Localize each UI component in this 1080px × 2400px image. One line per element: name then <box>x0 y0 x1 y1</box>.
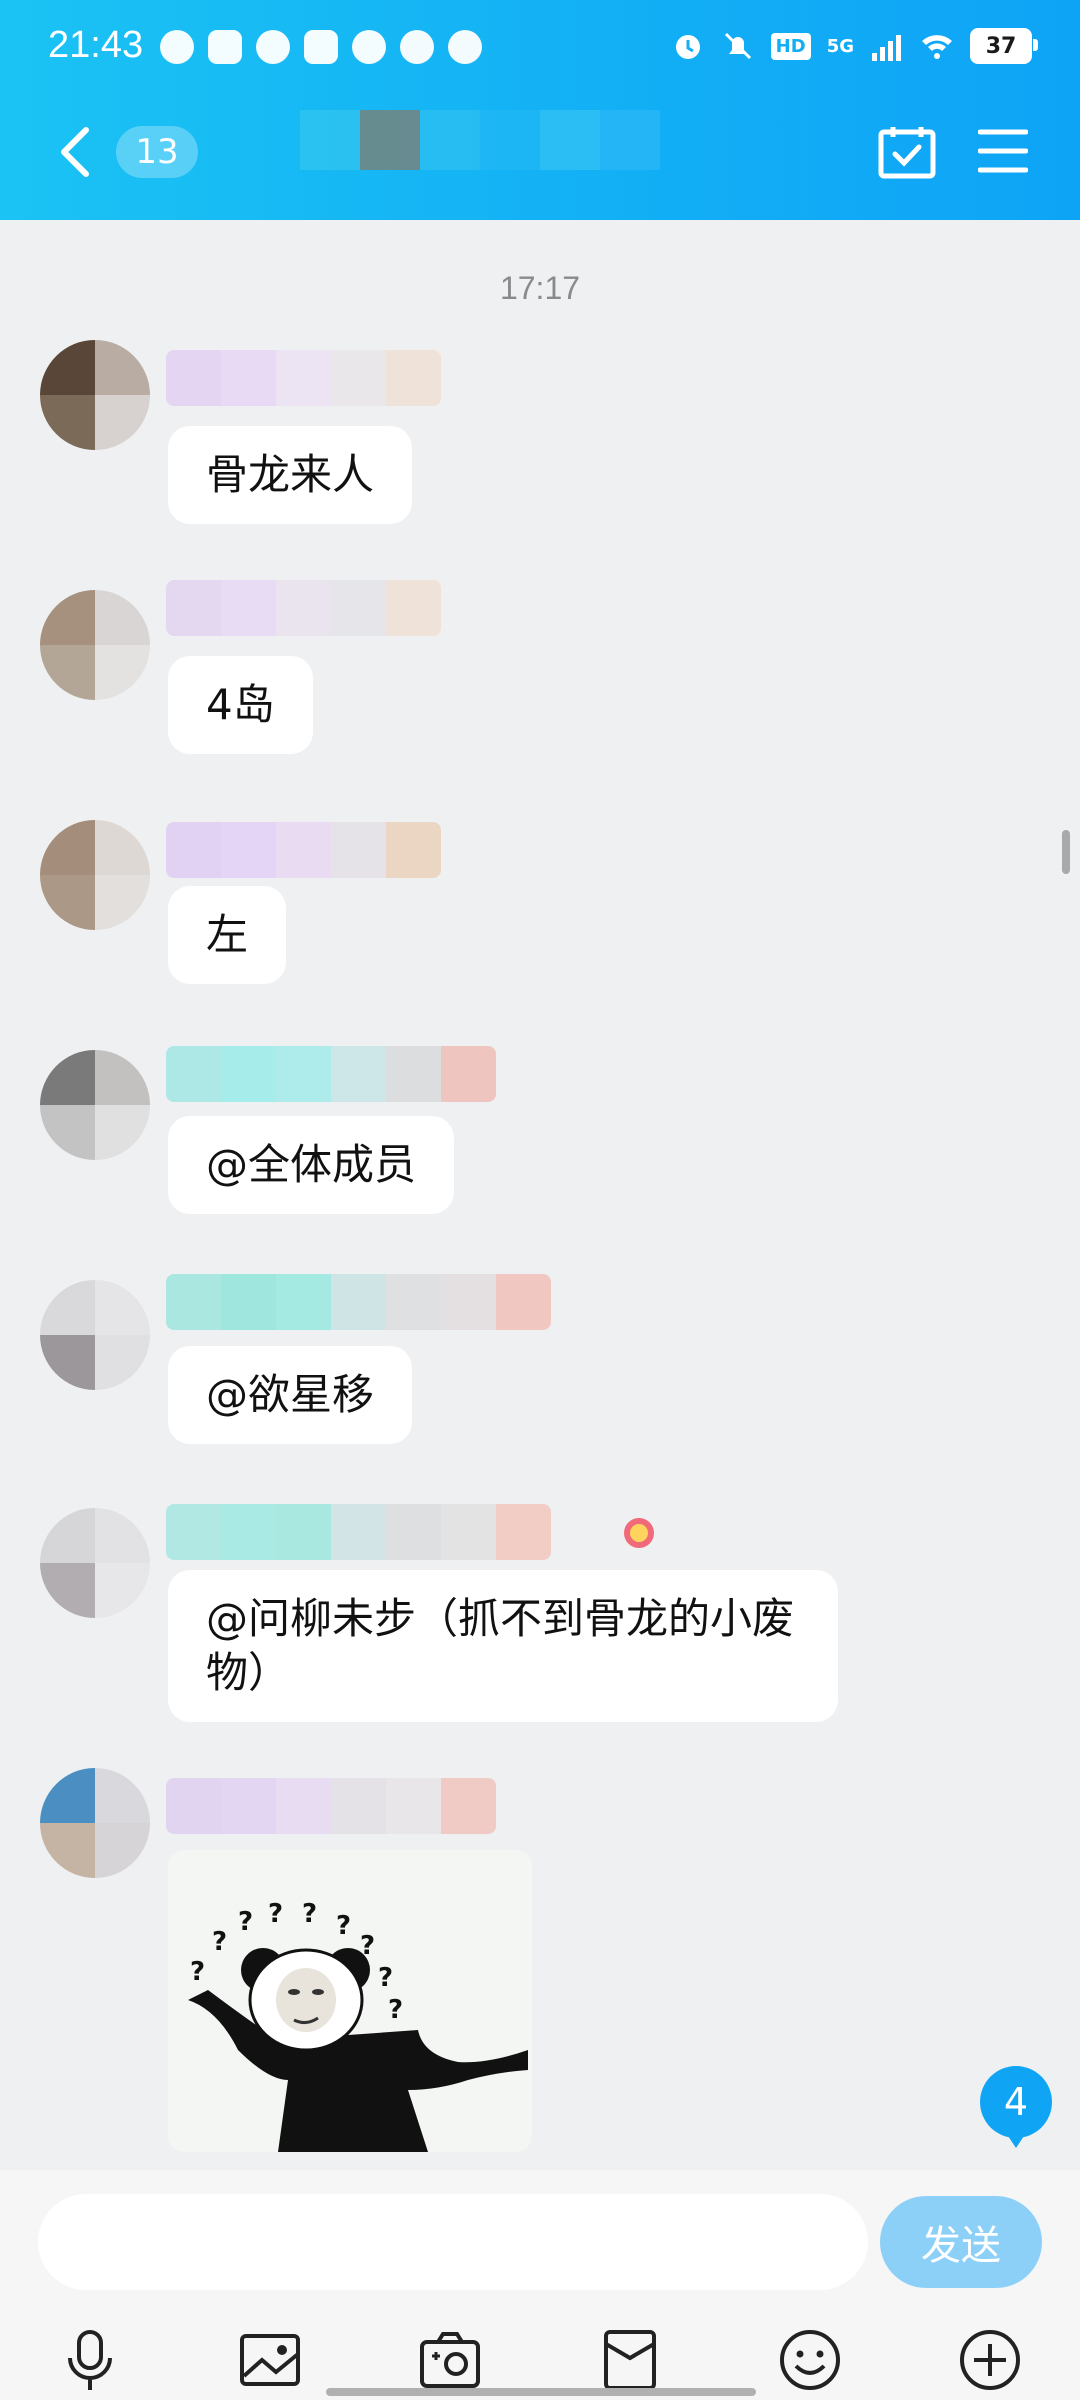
avatar[interactable] <box>40 1050 150 1160</box>
wifi-icon <box>922 35 952 59</box>
timestamp: 17:17 <box>499 270 581 306</box>
flame-app-icon <box>256 30 290 64</box>
chat-title-redacted <box>300 110 660 170</box>
panda-sticker-image[interactable]: ? ? ? ? ? ? ? ? ? <box>168 1850 532 2152</box>
signal-icon <box>872 35 901 61</box>
sender-name-redacted <box>166 1274 551 1330</box>
back-arrow-icon[interactable] <box>50 122 100 182</box>
sticker-question-mark: ? <box>388 1995 403 2025</box>
sticker-question-mark: ? <box>238 1907 253 1937</box>
mail-app-icon <box>304 30 338 64</box>
status-bar: 21:43 HD 5G 37 <box>0 0 1080 100</box>
mute-bell-icon <box>724 32 751 60</box>
microphone-icon[interactable] <box>58 2328 122 2392</box>
sticker-question-mark: ? <box>302 1899 317 1929</box>
sticker-question-mark: ? <box>212 1927 227 1957</box>
avatar[interactable] <box>40 1280 150 1390</box>
panda-question-sticker: ? ? ? ? ? ? ? ? ? <box>188 1899 528 2152</box>
cloud-app-icon <box>160 30 194 64</box>
message-app-icon <box>448 30 482 64</box>
message-bubble[interactable]: @问柳未步（抓不到骨龙的小废物） <box>168 1570 838 1722</box>
sticker-question-mark: ? <box>268 1899 283 1929</box>
sender-name-redacted <box>166 1504 551 1560</box>
sender-name-redacted <box>166 1778 496 1834</box>
send-button[interactable]: 发送 <box>880 2196 1042 2288</box>
emoji-icon[interactable] <box>778 2328 842 2392</box>
avatar[interactable] <box>40 1768 150 1878</box>
input-toolbar <box>0 2328 1080 2390</box>
network-type: 5G <box>826 35 854 57</box>
camera-icon[interactable] <box>418 2328 482 2392</box>
image-icon[interactable] <box>238 2328 302 2392</box>
message-bubble[interactable]: 左 <box>168 886 287 984</box>
message-bubble[interactable]: @欲星移 <box>168 1346 413 1444</box>
sticker-question-mark: ? <box>336 1911 351 1941</box>
avatar[interactable] <box>40 340 150 450</box>
sender-name-redacted <box>166 580 441 636</box>
calendar-check-icon[interactable] <box>878 124 936 180</box>
avatar[interactable] <box>40 820 150 930</box>
status-time: 21:43 <box>48 24 144 66</box>
avatar[interactable] <box>40 1508 150 1618</box>
hd-badge: HD <box>770 32 811 60</box>
new-message-count-badge[interactable]: 4 <box>980 2066 1052 2148</box>
sticker-question-mark: ? <box>190 1957 205 1987</box>
status-indicators: HD 5G 37 <box>671 28 1038 64</box>
plus-icon[interactable] <box>958 2328 1022 2392</box>
avatar[interactable] <box>40 590 150 700</box>
flower-emoji-icon <box>624 1518 654 1548</box>
alarm-icon <box>675 35 700 59</box>
sender-name-redacted <box>166 350 441 406</box>
sender-name-redacted <box>166 1046 496 1102</box>
red-packet-icon[interactable] <box>598 2328 662 2392</box>
sender-name-redacted <box>166 822 441 878</box>
message-list[interactable]: 17:17 骨龙来人 4岛 左 @全体成员 @欲星移 @问柳未步（抓不到骨龙的小… <box>0 220 1080 2170</box>
input-area: 发送 <box>0 2170 1080 2400</box>
message-bubble[interactable]: 4岛 <box>168 656 313 754</box>
unread-count-badge[interactable]: 13 <box>116 126 198 178</box>
scrollbar-thumb[interactable] <box>1062 830 1070 874</box>
sticker-question-mark: ? <box>378 1963 393 1993</box>
message-bubble[interactable]: @全体成员 <box>168 1116 455 1214</box>
battery-indicator: 37 <box>970 28 1038 64</box>
message-bubble[interactable]: 骨龙来人 <box>168 426 413 524</box>
taobao-app-icon <box>208 30 242 64</box>
notification-icons <box>160 30 482 64</box>
wechat-app-icon <box>352 30 386 64</box>
alipay-app-icon <box>400 30 434 64</box>
home-indicator[interactable] <box>326 2388 756 2396</box>
menu-icon[interactable] <box>978 128 1028 174</box>
chat-header: 21:43 HD 5G 37 13 <box>0 0 1080 220</box>
message-input[interactable] <box>38 2194 868 2290</box>
